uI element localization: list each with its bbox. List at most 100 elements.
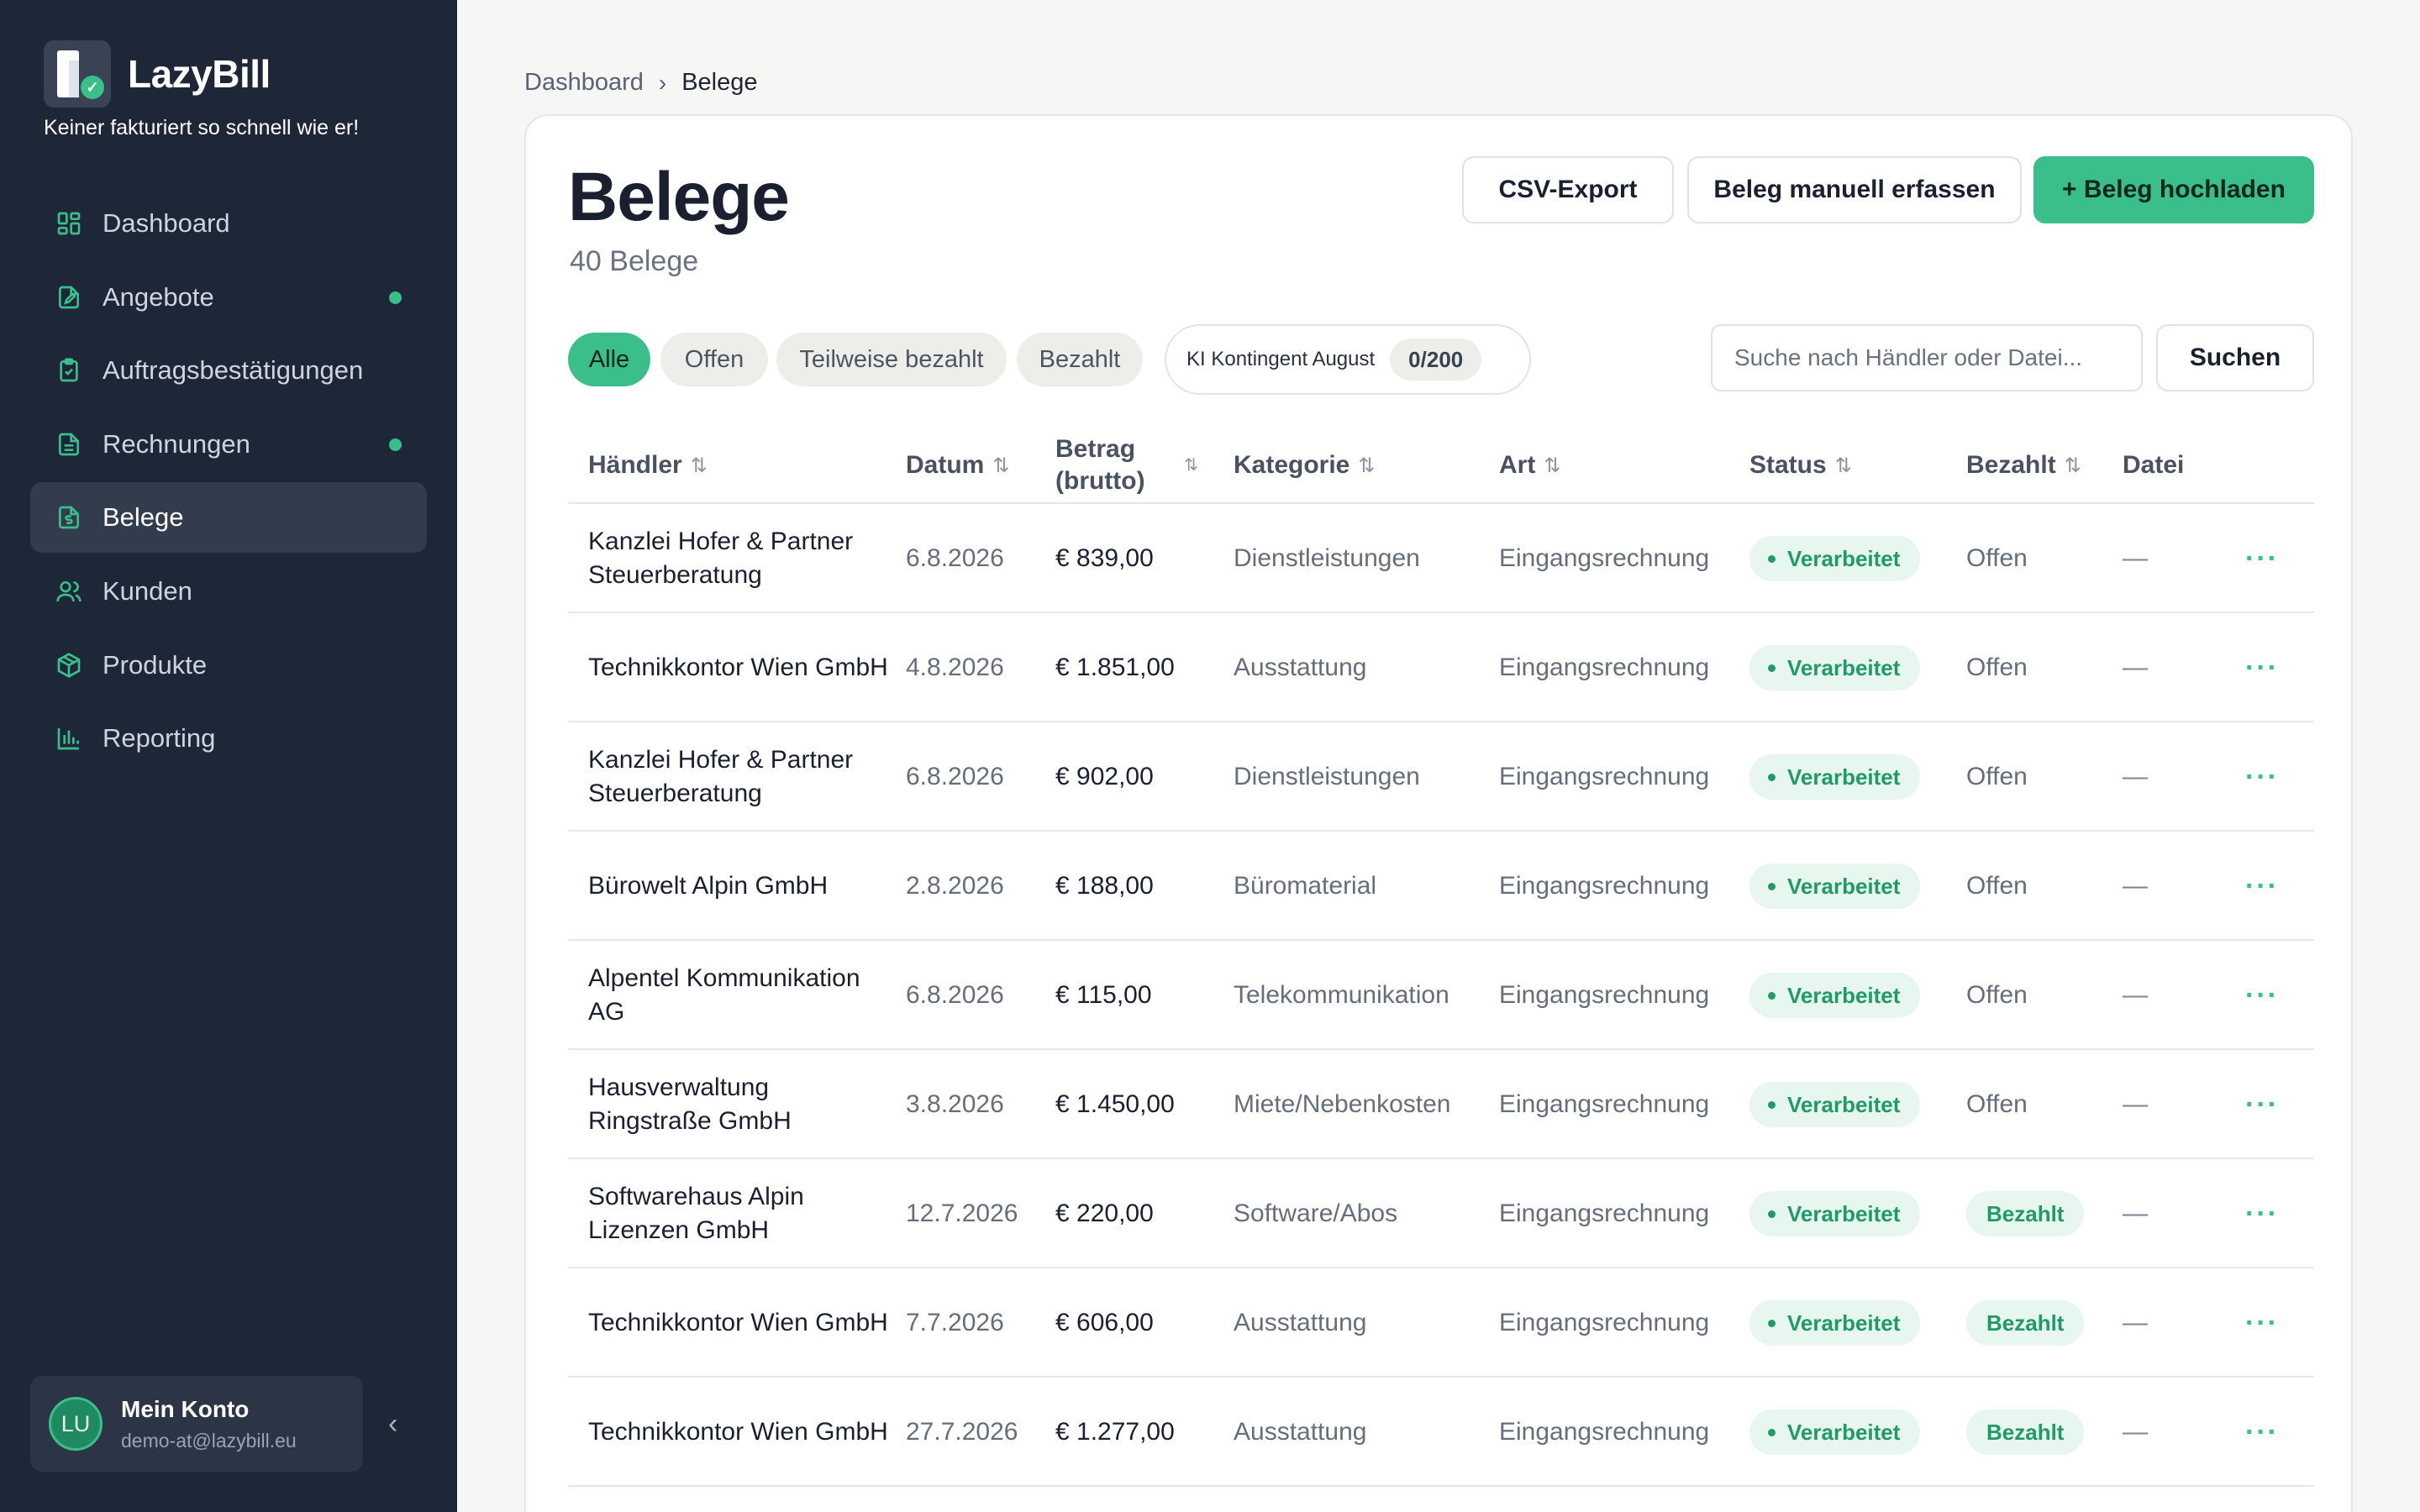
table-row[interactable]: Technikkontor Wien GmbH 4.8.2026 € 1.851,0… <box>568 613 2314 722</box>
search-button[interactable]: Suchen <box>2156 324 2314 391</box>
column-header-vendor[interactable]: Händler ⇅ <box>588 427 708 504</box>
category-cell: Dienstleistungen <box>1234 544 1420 572</box>
column-header-date[interactable]: Datum ⇅ <box>906 427 1009 504</box>
table-row[interactable]: Technikkontor Wien GmbH 27.7.2026 € 1.277,… <box>568 1378 2314 1487</box>
notification-dot <box>389 291 402 304</box>
bar-chart-icon <box>54 723 84 753</box>
sidebar-item-rechnungen[interactable]: Rechnungen <box>30 409 427 480</box>
sort-icon: ⇅ <box>1544 454 1561 477</box>
paid-cell: Offen <box>1966 544 2028 572</box>
page-title: Belege <box>568 159 790 235</box>
filter-chip-alle[interactable]: Alle <box>568 333 650 386</box>
table-row[interactable]: Technikkontor Wien GmbH 7.7.2026 € 606,00 A… <box>568 1268 2314 1378</box>
sidebar-item-kunden[interactable]: Kunden <box>30 556 427 627</box>
column-header-paid[interactable]: Bezahlt ⇅ <box>1966 427 2081 504</box>
clipboard-check-icon <box>54 355 84 386</box>
ai-quota: KI Kontingent August 0/200 <box>1165 324 1531 395</box>
sidebar-item-label: Produkte <box>103 649 208 680</box>
sidebar-item-angebote[interactable]: Angebote <box>30 262 427 333</box>
column-header-type[interactable]: Art ⇅ <box>1499 427 1560 504</box>
amount-cell: € 902,00 <box>1055 763 1154 790</box>
paid-cell: Offen <box>1966 763 2028 790</box>
vendor-cell: Bürowelt Alpin GmbH <box>588 872 829 900</box>
more-actions-icon[interactable]: ··· <box>2245 979 2279 1012</box>
vendor-cell: Softwarehaus Alpin Lizenzen GmbH <box>588 1183 804 1244</box>
more-actions-icon[interactable]: ··· <box>2245 1416 2279 1449</box>
receipt-dollar-icon <box>54 502 84 533</box>
search-input[interactable] <box>1711 324 2143 391</box>
type-cell: Eingangsrechnung <box>1499 981 1710 1009</box>
breadcrumb-parent[interactable]: Dashboard <box>524 69 644 97</box>
sort-icon: ⇅ <box>1184 456 1198 475</box>
date-cell: 27.7.2026 <box>906 1418 1018 1446</box>
date-cell: 3.8.2026 <box>906 1090 1004 1118</box>
dashboard-icon <box>54 208 84 239</box>
more-actions-icon[interactable]: ··· <box>2245 1307 2279 1340</box>
type-cell: Eingangsrechnung <box>1499 654 1710 681</box>
category-cell: Büromaterial <box>1234 872 1377 900</box>
breadcrumb: Dashboard › Belege <box>524 69 758 97</box>
csv-export-button[interactable]: CSV-Export <box>1462 156 1674 223</box>
table-row[interactable]: Bürowelt Alpin GmbH 2.8.2026 € 188,00 Bürom… <box>568 832 2314 941</box>
amount-cell: € 606,00 <box>1055 1309 1154 1336</box>
receipt-count: 40 Belege <box>570 245 699 277</box>
filter-chip-teilweise-bezahlt[interactable]: Teilweise bezahlt <box>776 333 1007 386</box>
document-edit-icon <box>54 282 84 312</box>
sidebar-item-belege[interactable]: Belege <box>30 482 427 554</box>
sidebar-item-produkte[interactable]: Produkte <box>30 630 427 701</box>
table-row[interactable]: Hausverwaltung Ringstraße GmbH 3.8.2026 € … <box>568 1050 2314 1159</box>
filter-chip-offen[interactable]: Offen <box>660 333 768 386</box>
sidebar-item-dashboard[interactable]: Dashboard <box>30 188 427 259</box>
date-cell: 12.7.2026 <box>906 1200 1018 1227</box>
type-cell: Eingangsrechnung <box>1499 544 1710 572</box>
filter-chip-bezahlt[interactable]: Bezahlt <box>1017 333 1143 386</box>
ai-quota-label: KI Kontingent August <box>1186 348 1376 370</box>
more-actions-icon[interactable]: ··· <box>2245 543 2279 575</box>
logo-icon: ✓ <box>44 40 111 108</box>
table-row[interactable]: Softwarehaus Alpin Lizenzen GmbH 12.7.202… <box>568 1159 2314 1268</box>
more-actions-icon[interactable]: ··· <box>2245 652 2279 685</box>
sort-icon: ⇅ <box>1358 454 1376 477</box>
invoice-icon <box>54 429 84 459</box>
sidebar-item-reporting[interactable]: Reporting <box>30 703 427 774</box>
more-actions-icon[interactable]: ··· <box>2245 761 2279 794</box>
sort-icon: ⇅ <box>992 454 1010 477</box>
app-name: LazyBill <box>128 52 271 96</box>
date-cell: 6.8.2026 <box>906 544 1004 572</box>
file-cell: — <box>2123 1309 2148 1336</box>
more-actions-icon[interactable]: ··· <box>2245 1089 2279 1121</box>
more-actions-icon[interactable]: ··· <box>2245 870 2279 903</box>
category-cell: Dienstleistungen <box>1234 763 1420 790</box>
notification-dot <box>389 438 402 451</box>
status-badge: Verarbeitet <box>1749 1300 1921 1346</box>
receipts-table: Händler ⇅ Datum ⇅ Betrag (brutto) ⇅ Kategor… <box>568 427 2314 1487</box>
upload-receipt-button[interactable]: + Beleg hochladen <box>2033 156 2314 223</box>
manual-entry-button[interactable]: Beleg manuell erfassen <box>1687 156 2022 223</box>
type-cell: Eingangsrechnung <box>1499 1418 1710 1446</box>
app-logo[interactable]: ✓ LazyBill <box>44 40 271 108</box>
file-cell: — <box>2123 872 2148 900</box>
vendor-cell: Technikkontor Wien GmbH <box>588 1418 888 1446</box>
paid-cell: Offen <box>1966 1090 2028 1118</box>
status-badge: Verarbeitet <box>1749 1410 1921 1455</box>
file-cell: — <box>2123 654 2148 681</box>
avatar: LU <box>49 1397 103 1451</box>
column-header-status[interactable]: Status ⇅ <box>1749 427 1852 504</box>
column-header-category[interactable]: Kategorie ⇅ <box>1234 427 1375 504</box>
table-row[interactable]: Kanzlei Hofer & Partner Steuerberatung 6.… <box>568 722 2314 832</box>
account-menu[interactable]: LU Mein Konto demo-at@lazybill.eu <box>30 1376 363 1472</box>
table-row[interactable]: Kanzlei Hofer & Partner Steuerberatung 6.… <box>568 504 2314 613</box>
category-cell: Miete/Nebenkosten <box>1234 1090 1451 1118</box>
status-badge: Verarbeitet <box>1749 645 1921 690</box>
collapse-sidebar-icon[interactable]: ‹ <box>388 1408 397 1441</box>
category-cell: Ausstattung <box>1234 1309 1367 1336</box>
column-header-amount[interactable]: Betrag (brutto) ⇅ <box>1055 427 1198 504</box>
amount-cell: € 115,00 <box>1055 981 1152 1009</box>
vendor-cell: Kanzlei Hofer & Partner Steuerberatung <box>588 528 854 589</box>
amount-cell: € 1.277,00 <box>1055 1418 1175 1446</box>
more-actions-icon[interactable]: ··· <box>2245 1198 2279 1231</box>
table-row[interactable]: Alpentel Kommunikation AG 6.8.2026 € 115,0… <box>568 941 2314 1050</box>
status-badge: Verarbeitet <box>1749 536 1921 581</box>
sidebar-item-auftragsbestaetigungen[interactable]: Auftragsbestätigungen <box>30 335 427 406</box>
date-cell: 6.8.2026 <box>906 981 1004 1009</box>
